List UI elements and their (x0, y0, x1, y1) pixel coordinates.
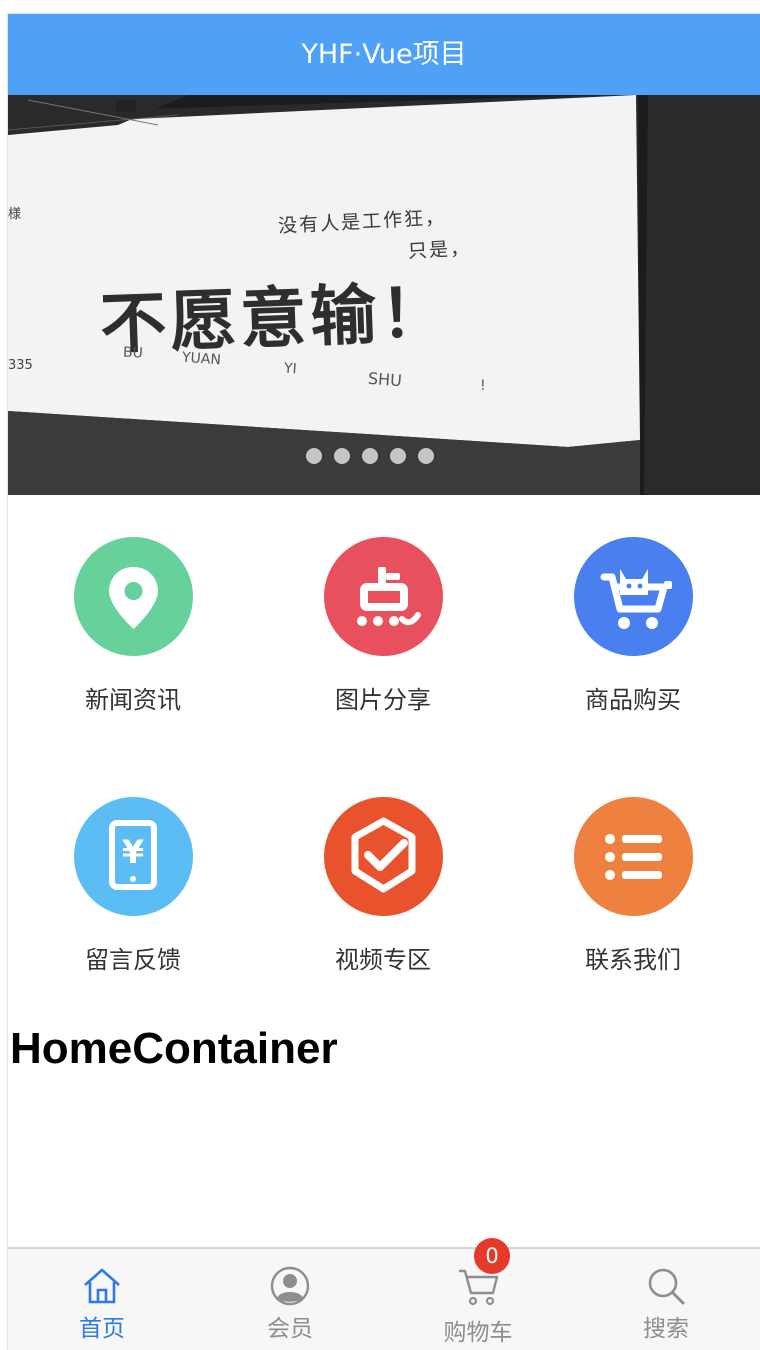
carousel-dot[interactable] (418, 448, 434, 464)
hexagon-check-icon (324, 797, 443, 916)
grid-item-feedback[interactable]: ¥ 留言反馈 (8, 755, 258, 974)
banner-side-text: 様 (8, 207, 22, 222)
banner-pinyin: YI (283, 360, 298, 378)
banner-pinyin: YUAN (181, 349, 222, 369)
banner-side-number: 335 (8, 358, 33, 373)
grid-item-label: 新闻资讯 (85, 686, 181, 714)
list-icon (574, 797, 693, 916)
bottom-tab-bar: 首页 会员 购物车 搜索 (8, 1247, 760, 1350)
banner-headline: 不愿意输！ (98, 273, 452, 364)
grid-item-label: 商品购买 (585, 686, 681, 714)
tab-home[interactable]: 首页 (8, 1249, 196, 1350)
search-icon (648, 1268, 685, 1305)
app-frame: YHF·Vue项目 没有人是工作狂， 只是， 不愿意输！ BU YUAN YI … (7, 13, 760, 1350)
grid-item-news[interactable]: 新闻资讯 (8, 495, 258, 714)
tab-label: 搜索 (643, 1316, 689, 1342)
cart-count-badge: 0 (474, 1238, 510, 1274)
tab-member[interactable]: 会员 (196, 1249, 384, 1350)
cat-cart-icon (574, 537, 693, 656)
banner-pinyin: ! (480, 378, 486, 394)
carousel-indicators (306, 448, 434, 464)
carousel-dot[interactable] (362, 448, 378, 464)
grid-item-shop[interactable]: 商品购买 (508, 495, 758, 714)
carousel-dot[interactable] (306, 448, 322, 464)
dian-logo-icon (324, 537, 443, 656)
grid-item-photos[interactable]: 图片分享 (258, 495, 508, 714)
page-heading: HomeContainer (10, 1024, 338, 1073)
grid-item-label: 留言反馈 (85, 946, 181, 974)
banner-carousel[interactable]: 没有人是工作狂， 只是， 不愿意输！ BU YUAN YI SHU ! 様 33… (8, 95, 760, 495)
carousel-dot[interactable] (334, 448, 350, 464)
home-icon (84, 1268, 120, 1304)
tab-label: 购物车 (443, 1320, 513, 1346)
tab-label: 首页 (79, 1316, 125, 1342)
phone-yen-icon: ¥ (74, 797, 193, 916)
tab-label: 会员 (267, 1316, 313, 1342)
app-title: YHF·Vue项目 (301, 39, 467, 70)
banner-pinyin: SHU (367, 368, 403, 391)
tab-search[interactable]: 搜索 (572, 1249, 760, 1350)
grid-item-contact[interactable]: 联系我们 (508, 755, 758, 974)
grid-item-label: 视频专区 (335, 946, 431, 974)
carousel-dot[interactable] (390, 448, 406, 464)
location-pin-icon (74, 537, 193, 656)
svg-text:¥: ¥ (122, 833, 144, 871)
banner-pinyin: BU (122, 344, 144, 362)
user-icon (270, 1266, 310, 1306)
app-header: YHF·Vue项目 (8, 14, 760, 95)
grid-item-label: 联系我们 (585, 946, 681, 974)
grid-item-videos[interactable]: 视频专区 (258, 755, 508, 974)
grid-item-label: 图片分享 (335, 686, 431, 714)
